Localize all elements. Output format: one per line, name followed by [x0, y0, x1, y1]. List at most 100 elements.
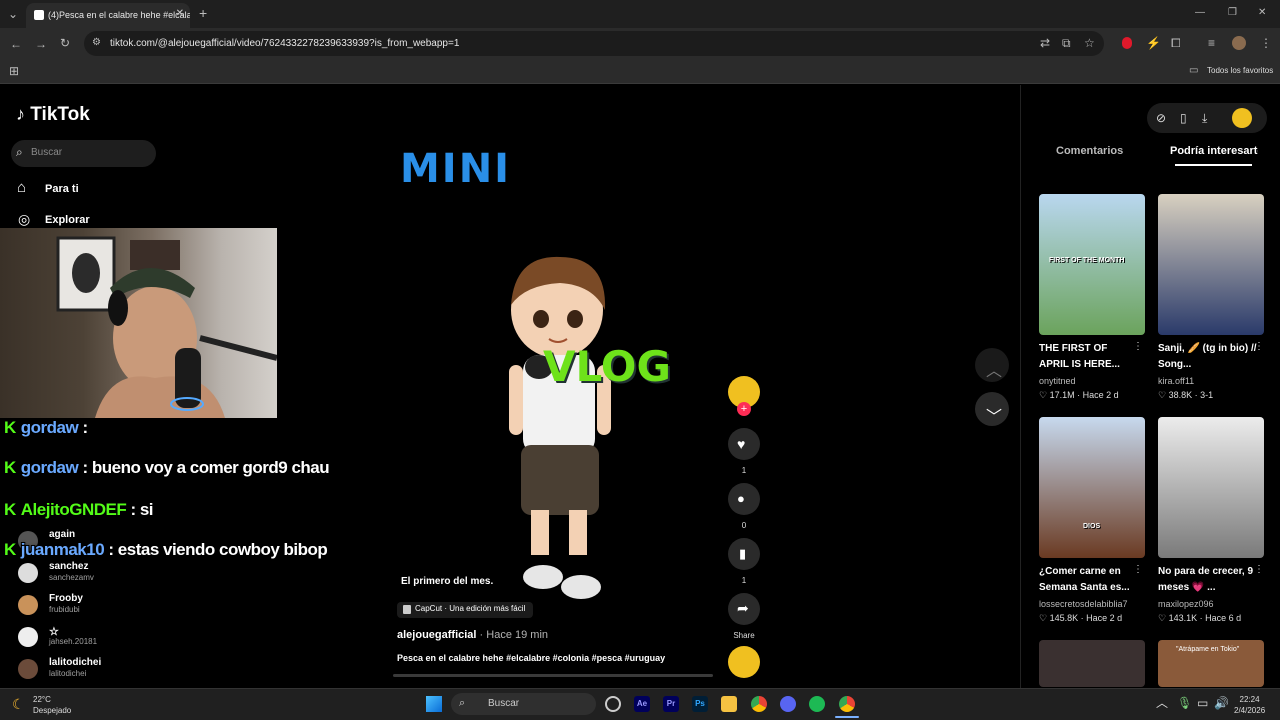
more-options-icon[interactable]: ⋮: [1133, 564, 1143, 576]
all-bookmarks-label[interactable]: Todos los favoritos: [1207, 66, 1273, 75]
account-item[interactable]: Frooby frubidubi: [18, 593, 218, 623]
capcut-label[interactable]: CapCut · Una edición más fácil: [397, 602, 534, 618]
chevron-up-icon: ︿: [986, 363, 1003, 380]
restore-icon[interactable]: ❐: [1228, 7, 1237, 19]
chat-text: : estas viendo cowboy bibop: [108, 540, 328, 559]
chat-message: Kgordaw : bueno voy a comer gord9 chau: [4, 458, 330, 478]
account-item[interactable]: sanchez sanchezamv: [18, 561, 218, 591]
download-icon[interactable]: ⤓: [1202, 112, 1207, 124]
url-field[interactable]: ⚙ tiktok.com/@alejouegafficial/video/762…: [84, 31, 1104, 56]
video-user[interactable]: lossecretosdelabiblia7: [1039, 599, 1128, 609]
extension-red-icon[interactable]: [1122, 37, 1132, 49]
translate-icon[interactable]: ⇄: [1040, 37, 1050, 49]
next-video-button[interactable]: ﹀: [975, 392, 1009, 426]
discord-icon[interactable]: [780, 696, 796, 712]
account-item[interactable]: lalitodichei lalitodichei: [18, 657, 218, 687]
close-window-icon[interactable]: ✕: [1258, 7, 1266, 19]
top-tools-pill: ⊘ ▯ ⤓: [1147, 103, 1267, 133]
comment-button[interactable]: ●: [728, 483, 760, 515]
extensions-icon[interactable]: ⧠: [1171, 37, 1181, 49]
taskbar-search[interactable]: ⌕ Buscar: [451, 693, 596, 715]
video-title[interactable]: THE FIRST OF APRIL IS HERE...: [1039, 341, 1139, 373]
show-hidden-icons-icon[interactable]: ︿: [1156, 697, 1168, 709]
apps-grid-icon[interactable]: ⊞: [9, 65, 19, 77]
more-options-icon[interactable]: ⋮: [1254, 341, 1264, 353]
spotify-icon[interactable]: [809, 696, 825, 712]
extension-teal-icon[interactable]: ⚡: [1146, 37, 1161, 49]
nav-explorar[interactable]: Explorar: [45, 214, 90, 226]
tab-title: (4)Pesca en el calabre hehe #elcala: [48, 10, 190, 20]
media-icon[interactable]: ≡: [1208, 37, 1215, 49]
site-info-icon[interactable]: ⚙: [92, 37, 101, 49]
previous-video-button[interactable]: ︿: [975, 348, 1009, 382]
video-thumbnail[interactable]: DIOS: [1039, 417, 1145, 558]
microphone-icon[interactable]: 🎙: [1177, 697, 1192, 709]
tab-list-icon[interactable]: ⌄: [8, 8, 18, 20]
forward-icon[interactable]: →: [35, 38, 47, 50]
video-likes: 145.8K: [1049, 613, 1079, 623]
chat-message: K AlejitoGNDEF : si: [4, 500, 154, 520]
sidebar-search-input[interactable]: ⌕ Buscar: [11, 140, 156, 167]
minimize-icon[interactable]: —: [1195, 7, 1205, 19]
video-overlay-mini: MINI: [400, 146, 512, 192]
account-name: lalitodichei: [49, 657, 102, 668]
reload-icon[interactable]: ↻: [60, 37, 70, 49]
user-avatar[interactable]: [1232, 108, 1252, 128]
install-app-icon[interactable]: ⧉: [1062, 37, 1071, 49]
moon-weather-icon[interactable]: ☾: [12, 696, 25, 713]
network-icon[interactable]: ▭: [1197, 697, 1208, 709]
webcam-overlay: [0, 228, 277, 418]
browser-tab[interactable]: (4)Pesca en el calabre hehe #elcala ✕: [26, 3, 190, 28]
video-author[interactable]: alejouegafficial · Hace 19 min: [397, 629, 548, 641]
video-likes: 143.1K: [1168, 613, 1198, 623]
close-tab-icon[interactable]: ✕: [176, 8, 184, 19]
tab-comentarios[interactable]: Comentarios: [1056, 145, 1123, 157]
video-likes: 38.8K: [1168, 390, 1193, 400]
video-thumbnail[interactable]: [1039, 640, 1145, 687]
volume-icon[interactable]: 🔊: [1214, 697, 1229, 709]
tiktok-logo[interactable]: ♪ TikTok: [16, 104, 90, 126]
video-user[interactable]: maxilopez096: [1158, 599, 1214, 609]
video-thumbnail[interactable]: [1158, 194, 1264, 335]
video-thumbnail[interactable]: "Atrápame en Tokio": [1158, 640, 1264, 687]
share-button[interactable]: ➦: [728, 593, 760, 625]
weather-widget[interactable]: 22°C Despejado: [33, 694, 71, 716]
video-thumbnail[interactable]: FIRST OF THE MONTH: [1039, 194, 1145, 335]
obs-icon[interactable]: [605, 696, 621, 712]
profile-avatar-icon[interactable]: [1232, 36, 1246, 50]
video-user[interactable]: onytitned: [1039, 376, 1076, 386]
back-icon[interactable]: ←: [10, 38, 22, 50]
account-item[interactable]: ☆ jahseh.20181: [18, 625, 218, 655]
streamer-webcam-image: [56, 236, 277, 418]
active-app-indicator: [835, 716, 859, 718]
chrome-active-icon[interactable]: [839, 696, 855, 712]
folder-icon: ▭: [1189, 65, 1199, 76]
video-progress-bar[interactable]: [393, 674, 713, 677]
like-button[interactable]: ♥: [728, 428, 760, 460]
windows-start-icon[interactable]: [426, 696, 442, 712]
phone-icon[interactable]: ▯: [1180, 112, 1187, 124]
video-title[interactable]: Sanji, 🥖 (tg in bio) // Song...: [1158, 341, 1258, 373]
new-tab-icon[interactable]: +: [199, 6, 207, 20]
bookmark-icon: ▮: [739, 546, 747, 561]
nav-para-ti[interactable]: Para ti: [45, 183, 79, 195]
video-thumbnail[interactable]: [1158, 417, 1264, 558]
compass-small-icon[interactable]: ⊘: [1156, 112, 1166, 124]
more-options-icon[interactable]: ⋮: [1133, 341, 1143, 353]
sound-avatar[interactable]: [728, 646, 760, 678]
more-options-icon[interactable]: ⋮: [1254, 564, 1264, 576]
follow-plus-icon[interactable]: +: [737, 402, 751, 416]
menu-icon[interactable]: ⋮: [1260, 37, 1272, 49]
tab-podria-interesarte[interactable]: Podría interesarte: [1170, 145, 1258, 157]
photoshop-icon[interactable]: Ps: [692, 696, 708, 712]
premiere-icon[interactable]: Pr: [663, 696, 679, 712]
video-user[interactable]: kira.off11: [1158, 376, 1194, 386]
save-button[interactable]: ▮: [728, 538, 760, 570]
video-title[interactable]: ¿Comer carne en Semana Santa es...: [1039, 564, 1139, 596]
after-effects-icon[interactable]: Ae: [634, 696, 650, 712]
bookmark-star-icon[interactable]: ☆: [1084, 37, 1095, 49]
file-explorer-icon[interactable]: [721, 696, 737, 712]
chrome-icon[interactable]: [751, 696, 767, 712]
system-clock[interactable]: 22:24 2/4/2026: [1234, 694, 1265, 716]
video-title[interactable]: No para de crecer, 9 meses 💗 ...: [1158, 564, 1258, 596]
